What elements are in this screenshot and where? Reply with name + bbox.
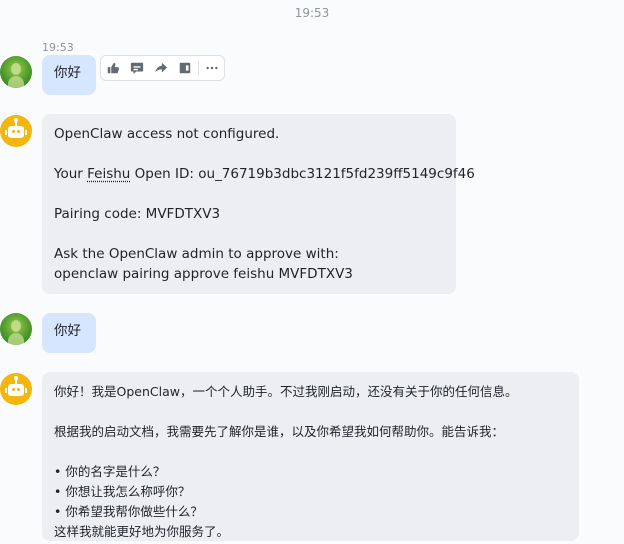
- user-avatar[interactable]: [0, 313, 32, 345]
- command-line: openclaw pairing approve feishu MVFDTXV3: [54, 266, 353, 282]
- open-id-line: Your Feishu Open ID: ou_76719b3dbc3121f5…: [54, 164, 475, 184]
- pairing-code-line: Pairing code: MVFDTXV3: [54, 206, 221, 222]
- open-id-value: Open ID: ou_76719b3dbc3121f5fd239ff5149c…: [130, 166, 475, 182]
- bot-avatar[interactable]: [0, 373, 32, 405]
- action-separator: [198, 61, 199, 75]
- message-text: 你好: [54, 323, 81, 339]
- forward-icon: [155, 62, 168, 73]
- message-line: Ask the OpenClaw admin to approve with:: [54, 246, 339, 262]
- message-line: OpenClaw access not configured.: [54, 126, 280, 142]
- like-icon: [107, 62, 119, 74]
- more-button[interactable]: [200, 56, 224, 80]
- list-item: • 你希望我帮你做些什么？: [54, 504, 203, 519]
- user-message-bubble[interactable]: 你好: [42, 313, 96, 353]
- bot-ear: [5, 130, 7, 135]
- robot-icon: [8, 126, 24, 138]
- message-text: 你好: [54, 65, 81, 81]
- list-item: • 你的名字是什么？: [54, 464, 166, 479]
- user-avatar-body: [8, 333, 24, 345]
- bot-ear: [25, 130, 27, 135]
- bot-avatar[interactable]: [0, 115, 32, 147]
- message-line: 根据我的启动文档，我需要先了解你是谁，以及你希望我如何帮助你。能告诉我：: [54, 424, 505, 439]
- quote-icon: [179, 62, 191, 74]
- message-action-bar: [100, 55, 225, 81]
- bot-message-bubble[interactable]: 你好！我是OpenClaw，一个个人助手。不过我刚启动，还没有关于你的任何信息。…: [42, 372, 579, 541]
- bot-ear: [5, 388, 7, 393]
- time-divider: 19:53: [294, 6, 330, 20]
- bot-ear: [25, 388, 27, 393]
- robot-icon: [8, 384, 24, 396]
- user-avatar[interactable]: [0, 56, 32, 88]
- reply-icon: [130, 62, 144, 75]
- message-line: 这样我就能更好地为你服务了。: [54, 524, 230, 539]
- forward-button[interactable]: [149, 56, 173, 80]
- user-avatar-body: [8, 76, 24, 88]
- list-item: • 你想让我怎么称呼你？: [54, 484, 191, 499]
- reply-button[interactable]: [125, 56, 149, 80]
- more-icon: [206, 66, 218, 70]
- quote-button[interactable]: [173, 56, 197, 80]
- message-time: 19:53: [42, 41, 74, 54]
- open-id-prefix: Your: [54, 166, 88, 182]
- like-button[interactable]: [101, 56, 125, 80]
- user-message-bubble[interactable]: 你好: [42, 55, 96, 95]
- user-avatar-head: [11, 320, 21, 332]
- user-avatar-head: [11, 63, 21, 75]
- message-line: 你好！我是OpenClaw，一个个人助手。不过我刚启动，还没有关于你的任何信息。: [54, 384, 518, 399]
- feishu-link[interactable]: Feishu: [87, 166, 130, 182]
- bot-message-bubble[interactable]: OpenClaw access not configured. Your Fei…: [42, 114, 475, 294]
